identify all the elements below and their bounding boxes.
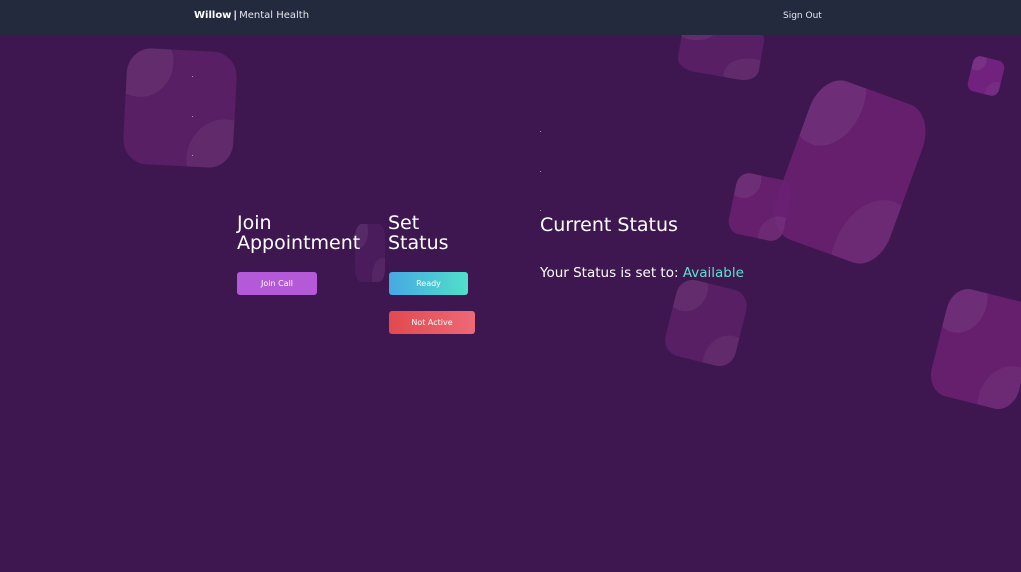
top-navbar: Willow | Mental Health Sign Out bbox=[0, 0, 1021, 35]
set-heading-line2: Status bbox=[388, 231, 449, 254]
set-status-heading: Set Status bbox=[388, 213, 449, 254]
page: Willow | Mental Health Sign Out Join Appoi… bbox=[0, 0, 1021, 572]
brand-logo[interactable]: Willow | Mental Health bbox=[194, 10, 309, 22]
join-appointment-heading: Join Appointment bbox=[237, 213, 361, 254]
status-value: Available bbox=[682, 265, 744, 281]
sign-out-link[interactable]: Sign Out bbox=[783, 11, 822, 22]
ready-button[interactable]: Ready bbox=[389, 272, 468, 295]
current-status-heading: Current Status bbox=[540, 214, 678, 236]
join-call-button[interactable]: Join Call bbox=[237, 272, 317, 295]
brand-name: Willow bbox=[194, 10, 232, 21]
brand-subtitle: Mental Health bbox=[239, 10, 310, 21]
status-line: Your Status is set to: Available bbox=[540, 264, 744, 282]
main-content: Join Appointment Join Call Set Status Re… bbox=[0, 0, 1021, 572]
join-heading-line2: Appointment bbox=[237, 231, 361, 254]
status-prefix: Your Status is set to: bbox=[540, 265, 679, 281]
brand-separator: | bbox=[233, 10, 238, 21]
not-active-button[interactable]: Not Active bbox=[389, 311, 475, 334]
